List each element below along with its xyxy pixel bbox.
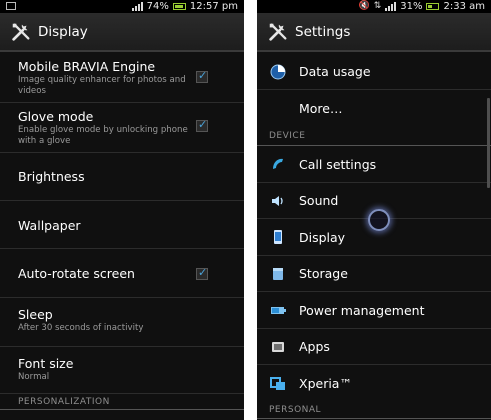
status-bar: 74% 12:57 pm — [0, 0, 244, 13]
action-bar[interactable]: Display — [0, 13, 244, 52]
settings-item-label: Power management — [299, 302, 425, 318]
settings-screen: 🔇 ⇅ 31% 2:33 am Settings Data usage More… — [257, 0, 491, 420]
setting-title: Font size — [18, 356, 74, 371]
settings-item-label: More… — [299, 101, 343, 116]
settings-item-label: Data usage — [299, 64, 371, 79]
settings-list: Data usage More… DEVICE Call settings So… — [257, 54, 491, 420]
setting-subtitle: After 30 seconds of inactivity — [18, 323, 144, 333]
settings-item-label: Display — [299, 229, 346, 245]
setting-glove-mode[interactable]: Glove mode Enable glove mode by unlockin… — [0, 103, 244, 153]
action-bar[interactable]: Settings — [257, 13, 491, 52]
touch-indicator — [368, 209, 390, 231]
settings-item-storage[interactable]: Storage — [257, 256, 491, 292]
battery-icon — [426, 3, 440, 10]
settings-item-call-settings[interactable]: Call settings — [257, 146, 491, 183]
setting-title: Mobile BRAVIA Engine — [18, 59, 156, 74]
settings-item-label: Sound — [299, 193, 339, 208]
battery-percent: 31% — [400, 1, 423, 12]
settings-item-data-usage[interactable]: Data usage — [257, 54, 491, 90]
battery-icon — [172, 3, 186, 10]
screen-title: Display — [38, 23, 88, 40]
signal-icon — [385, 2, 397, 11]
setting-title: Glove mode — [18, 109, 94, 124]
section-header-personal: PERSONAL — [257, 402, 491, 419]
checkbox-checked[interactable] — [196, 118, 208, 132]
xperia-icon — [270, 376, 285, 390]
checkbox-checked[interactable] — [196, 266, 208, 280]
settings-item-apps[interactable]: Apps — [257, 329, 491, 365]
setting-sleep[interactable]: Sleep After 30 seconds of inactivity — [0, 298, 244, 347]
setting-subtitle: Normal — [18, 372, 50, 382]
setting-subtitle: Enable glove mode by unlocking phone wit… — [18, 125, 188, 146]
phone-icon — [273, 158, 283, 169]
signal-icon — [131, 2, 143, 11]
data-transfer-icon: ⇅ — [373, 1, 382, 11]
download-notification-icon — [6, 2, 16, 10]
status-bar: 🔇 ⇅ 31% 2:33 am — [257, 0, 491, 13]
scrollbar[interactable] — [487, 98, 490, 188]
apps-icon — [272, 341, 284, 352]
settings-item-label: Call settings — [299, 156, 377, 172]
display-icon — [274, 230, 282, 244]
setting-subtitle: Image quality enhancer for photos and vi… — [18, 75, 186, 96]
setting-brightness[interactable]: Brightness — [0, 153, 244, 201]
battery-percent: 74% — [146, 1, 169, 12]
section-header-device: DEVICE — [257, 127, 491, 146]
setting-title: Wallpaper — [18, 218, 81, 233]
display-settings-screen: 74% 12:57 pm Display Mobile BRAVIA Engin… — [0, 0, 244, 420]
data-usage-icon — [270, 64, 286, 79]
settings-item-more[interactable]: More… — [257, 90, 491, 127]
setting-auto-rotate[interactable]: Auto-rotate screen — [0, 249, 244, 298]
setting-title: Brightness — [18, 169, 85, 184]
settings-item-power-management[interactable]: Power management — [257, 292, 491, 329]
mute-icon: 🔇 — [358, 1, 370, 11]
speaker-icon — [272, 195, 283, 206]
clock: 2:33 am — [443, 1, 485, 12]
settings-tools-icon — [12, 23, 30, 41]
settings-item-label: Storage — [299, 266, 348, 281]
setting-mobile-bravia-engine[interactable]: Mobile BRAVIA Engine Image quality enhan… — [0, 54, 244, 103]
setting-font-size[interactable]: Font size Normal — [0, 347, 244, 394]
storage-icon — [273, 267, 283, 280]
setting-wallpaper[interactable]: Wallpaper — [0, 201, 244, 249]
display-settings-list: Mobile BRAVIA Engine Image quality enhan… — [0, 54, 244, 420]
settings-item-xperia[interactable]: Xperia™ — [257, 365, 491, 402]
setting-title: Sleep — [18, 307, 53, 322]
section-header-personalization: PERSONALIZATION — [0, 394, 244, 410]
settings-item-label: Apps — [299, 339, 330, 354]
battery-icon — [271, 307, 286, 314]
clock: 12:57 pm — [189, 1, 238, 12]
settings-item-label: Xperia™ — [299, 376, 352, 391]
settings-tools-icon — [269, 23, 287, 41]
setting-title: Auto-rotate screen — [18, 266, 135, 281]
checkbox-checked[interactable] — [196, 69, 208, 83]
screen-title: Settings — [295, 23, 351, 40]
